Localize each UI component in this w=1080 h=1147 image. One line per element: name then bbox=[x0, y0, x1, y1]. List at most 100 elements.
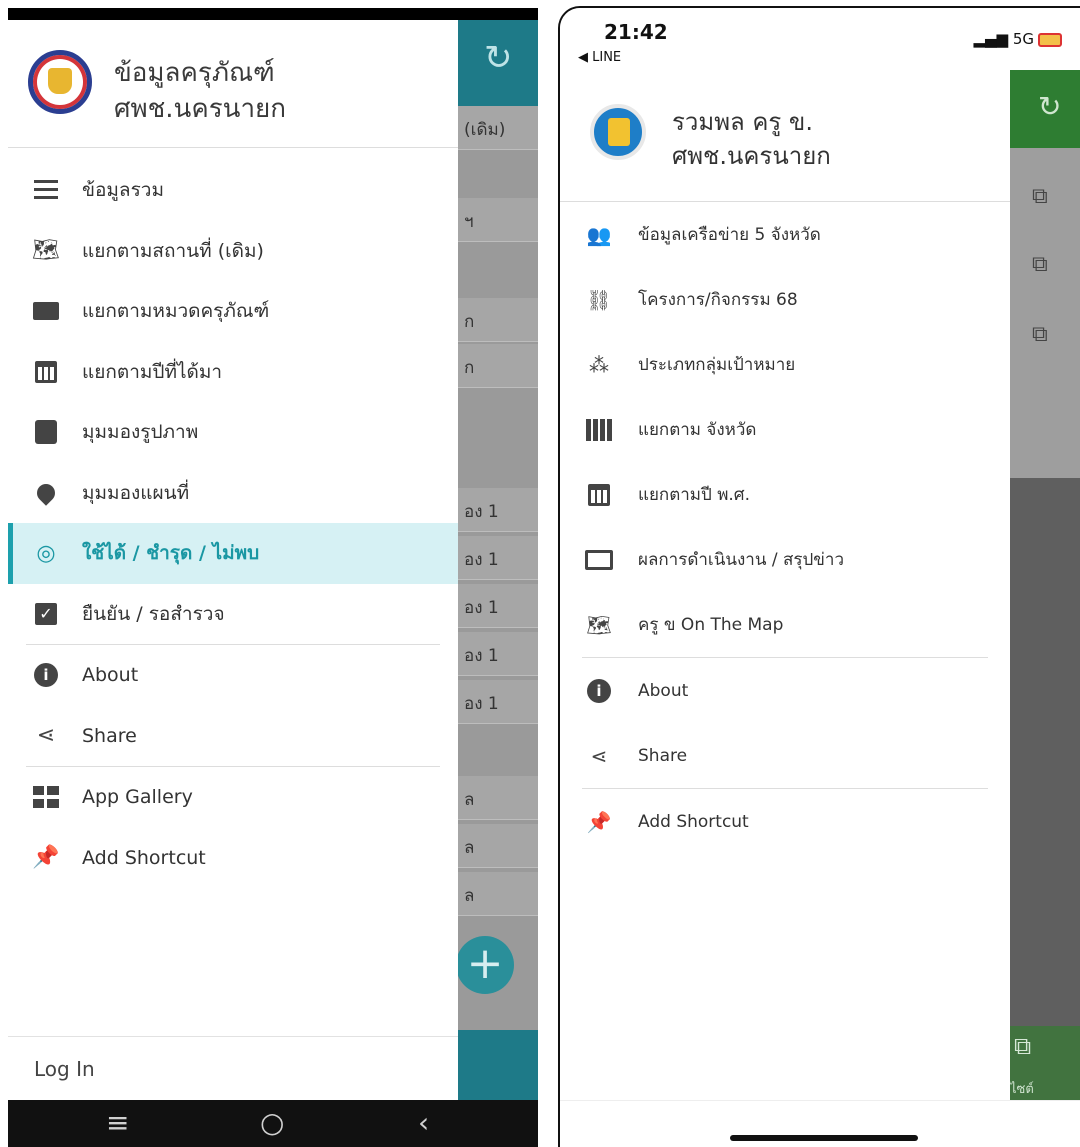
drawer-menu: ข้อมูลรวม 🗺 แยกตามสถานที่ (เดิม) แยกตามห… bbox=[8, 160, 458, 888]
menu-item-label: แยกตามสถานที่ (เดิม) bbox=[82, 239, 264, 262]
menu-item-label: Add Shortcut bbox=[82, 846, 206, 869]
home-button[interactable]: ○ bbox=[260, 1106, 284, 1139]
folder-open-icon bbox=[32, 297, 60, 325]
menu-item-label: ผลการดำเนินงาน / สรุปข่าว bbox=[638, 550, 845, 570]
menu-item-overview[interactable]: ข้อมูลรวม bbox=[8, 160, 458, 221]
background-row: อง 1 bbox=[458, 680, 538, 724]
status-bar: 21:42 ◀ LINE ▂▄▆ 5G bbox=[560, 8, 1080, 70]
menu-item-label: โครงการ/กิจกรรม 68 bbox=[638, 290, 798, 310]
menu-item-results-news[interactable]: ผลการดำเนินงาน / สรุปข่าว bbox=[560, 527, 1010, 592]
calendar-icon bbox=[32, 358, 60, 386]
back-button[interactable]: ‹ bbox=[418, 1106, 429, 1139]
signal-indicator: ▂▄▆ 5G bbox=[973, 30, 1062, 48]
menu-item-map-view[interactable]: มุมมองแผนที่ bbox=[8, 463, 458, 524]
login-label: Log In bbox=[34, 1057, 95, 1081]
external-link-icon: ⧉ bbox=[1014, 1032, 1032, 1060]
menu-item-label: ใช้ได้ / ชำรุด / ไม่พบ bbox=[82, 542, 260, 565]
share-icon: ⋖ bbox=[590, 743, 608, 768]
background-row: อง 1 bbox=[458, 488, 538, 532]
background-overlay bbox=[1010, 478, 1080, 1028]
users-icon: 👥 bbox=[586, 222, 612, 247]
group-icon: ⁂ bbox=[589, 352, 609, 377]
right-phone-screen: 21:42 ◀ LINE ▂▄▆ 5G ↻ ⧉ ⧉ ⧉ ไซต์ ⧉ รวมพล… bbox=[558, 6, 1080, 1147]
login-button[interactable]: Log In bbox=[8, 1036, 458, 1100]
map-icon: 🗺 bbox=[32, 238, 60, 264]
menu-item-status[interactable]: ◎ ใช้ได้ / ชำรุด / ไม่พบ bbox=[8, 523, 458, 584]
menu-item-by-category[interactable]: แยกตามหมวดครุภัณฑ์ bbox=[8, 281, 458, 342]
external-link-icon: ⧉ bbox=[1032, 184, 1048, 209]
info-icon: i bbox=[32, 661, 60, 689]
background-row: ก bbox=[458, 344, 538, 388]
menu-item-on-the-map[interactable]: 🗺 ครู ข On The Map bbox=[560, 592, 1010, 657]
menu-item-label: แยกตาม จังหวัด bbox=[638, 420, 757, 440]
building-icon bbox=[584, 415, 614, 445]
menu-item-label: App Gallery bbox=[82, 786, 193, 809]
status-time: 21:42 bbox=[604, 20, 668, 44]
contact-card-icon bbox=[32, 418, 60, 446]
menu-item-about[interactable]: i About bbox=[560, 658, 1010, 723]
background-row: ล bbox=[458, 872, 538, 916]
network-type: 5G bbox=[1012, 30, 1034, 48]
sitemap-icon: ⛓ bbox=[586, 287, 612, 312]
back-to-app-link[interactable]: ◀ LINE bbox=[578, 50, 621, 65]
menu-item-by-province[interactable]: แยกตาม จังหวัด bbox=[560, 397, 1010, 462]
external-link-icon: ⧉ bbox=[1032, 252, 1048, 277]
menu-item-by-year[interactable]: แยกตามปี พ.ศ. bbox=[560, 462, 1010, 527]
menu-item-label: ข้อมูลรวม bbox=[82, 179, 164, 202]
pin-icon: 📌 bbox=[586, 809, 612, 834]
navigation-drawer: ข้อมูลครุภัณฑ์ ศพช.นครนายก ข้อมูลรวม 🗺 แ… bbox=[8, 20, 458, 1100]
drawer-title: ข้อมูลครุภัณฑ์ bbox=[114, 58, 275, 88]
menu-item-label: ประเภทกลุ่มเป้าหมาย bbox=[638, 355, 796, 375]
background-row: อง 1 bbox=[458, 536, 538, 580]
menu-item-label: ยืนยัน / รอสำรวจ bbox=[82, 602, 225, 625]
background-row: อง 1 bbox=[458, 584, 538, 628]
drawer-subtitle: ศพช.นครนายก bbox=[114, 94, 287, 124]
drawer-subtitle: ศพช.นครนายก bbox=[672, 142, 831, 170]
pin-icon: 📌 bbox=[32, 845, 60, 871]
menu-item-label: ครู ข On The Map bbox=[638, 615, 784, 635]
drawer-menu: 👥 ข้อมูลเครือข่าย 5 จังหวัด ⛓ โครงการ/กิ… bbox=[560, 202, 1010, 854]
external-link-icon: ⧉ bbox=[1032, 322, 1048, 347]
battery-icon bbox=[1038, 32, 1062, 47]
menu-item-add-shortcut[interactable]: 📌 Add Shortcut bbox=[560, 789, 1010, 854]
refresh-icon: ↻ bbox=[1038, 90, 1062, 123]
menu-item-label: แยกตามปีที่ได้มา bbox=[82, 360, 223, 383]
menu-item-about[interactable]: i About bbox=[8, 645, 458, 706]
menu-item-target-groups[interactable]: ⁂ ประเภทกลุ่มเป้าหมาย bbox=[560, 332, 1010, 397]
menu-item-label: แยกตามหมวดครุภัณฑ์ bbox=[82, 300, 270, 323]
list-icon bbox=[32, 176, 60, 204]
background-row: ฯ bbox=[458, 198, 538, 242]
menu-item-label: มุมมองแผนที่ bbox=[82, 481, 190, 504]
android-nav-bar: ≡ ○ ‹ bbox=[8, 1100, 538, 1147]
checkbox-icon: ✓ bbox=[32, 600, 60, 628]
target-icon: ◎ bbox=[36, 540, 56, 566]
menu-item-share[interactable]: ⋖ Share bbox=[560, 723, 1010, 788]
background-bottom-label: ไซต์ bbox=[1010, 1082, 1034, 1097]
home-indicator[interactable] bbox=[730, 1135, 918, 1141]
recent-apps-button[interactable]: ≡ bbox=[106, 1106, 129, 1139]
menu-item-confirm[interactable]: ✓ ยืนยัน / รอสำรวจ bbox=[8, 584, 458, 645]
menu-item-projects[interactable]: ⛓ โครงการ/กิจกรรม 68 bbox=[560, 267, 1010, 332]
background-row: ก bbox=[458, 298, 538, 342]
menu-item-label: ข้อมูลเครือข่าย 5 จังหวัด bbox=[638, 225, 821, 245]
share-icon: ⋖ bbox=[36, 723, 56, 749]
menu-item-network-data[interactable]: 👥 ข้อมูลเครือข่าย 5 จังหวัด bbox=[560, 202, 1010, 267]
background-row: อง 1 bbox=[458, 632, 538, 676]
menu-item-by-year[interactable]: แยกตามปีที่ได้มา bbox=[8, 342, 458, 403]
menu-item-label: Share bbox=[82, 724, 137, 747]
menu-item-label: About bbox=[82, 664, 139, 687]
background-bottom-bar bbox=[448, 1030, 538, 1100]
grid-icon bbox=[32, 783, 60, 811]
drawer-header: รวมพล ครู ข. ศพช.นครนายก bbox=[560, 70, 1010, 202]
ios-bottom-bar bbox=[560, 1100, 1080, 1147]
menu-item-add-shortcut[interactable]: 📌 Add Shortcut bbox=[8, 828, 458, 889]
navigation-drawer: รวมพล ครู ข. ศพช.นครนายก 👥 ข้อมูลเครือข่… bbox=[560, 70, 1010, 1100]
menu-item-app-gallery[interactable]: App Gallery bbox=[8, 767, 458, 828]
calendar-icon bbox=[584, 480, 614, 510]
left-phone-screen: ↻ (เดิม) ฯ ก ก อง 1 อง 1 อง 1 อง 1 อง 1 … bbox=[8, 8, 538, 1147]
background-row: ล bbox=[458, 776, 538, 820]
menu-item-by-location[interactable]: 🗺 แยกตามสถานที่ (เดิม) bbox=[8, 221, 458, 282]
add-fab-button[interactable]: + bbox=[456, 936, 514, 994]
menu-item-photo-view[interactable]: มุมมองรูปภาพ bbox=[8, 402, 458, 463]
menu-item-share[interactable]: ⋖ Share bbox=[8, 706, 458, 767]
